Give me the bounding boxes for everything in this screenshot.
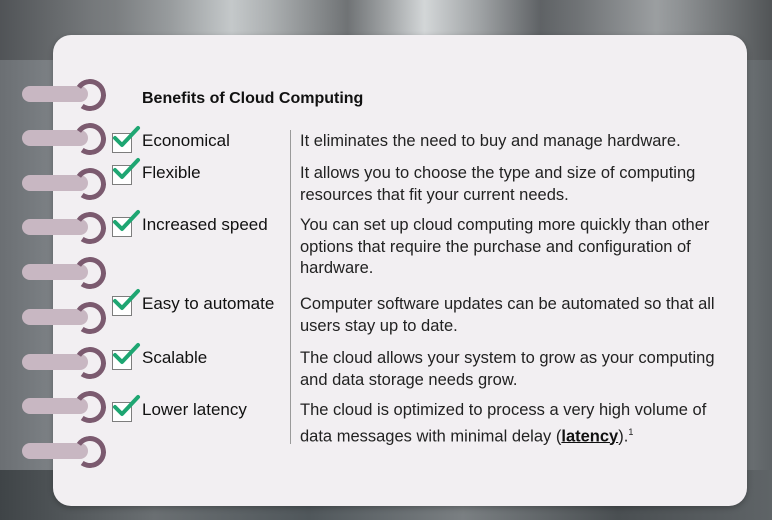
benefit-description: Computer software updates can be automat… <box>300 295 715 335</box>
benefit-description: It eliminates the need to buy and manage… <box>300 132 681 150</box>
benefit-description: The cloud allows your system to grow as … <box>300 349 715 389</box>
spiral-ring-icon <box>22 433 109 471</box>
spiral-ring-icon <box>22 76 109 114</box>
checkmark-icon <box>113 395 140 416</box>
benefit-label: Lower latency <box>142 400 247 419</box>
benefit-label: Flexible <box>142 163 201 182</box>
checkbox[interactable] <box>112 395 140 422</box>
spiral-ring-icon <box>22 299 109 337</box>
page-title: Benefits of Cloud Computing <box>142 90 364 107</box>
spiral-ring-icon <box>22 120 109 158</box>
description-suffix: ). <box>618 427 629 445</box>
checkmark-icon <box>113 289 140 310</box>
benefit-label: Economical <box>142 131 230 150</box>
checkbox[interactable] <box>112 289 140 316</box>
benefit-label: Easy to automate <box>142 294 275 313</box>
checkmark-icon <box>113 158 140 179</box>
checkmark-icon <box>113 343 140 364</box>
checkbox[interactable] <box>112 126 140 153</box>
benefit-label: Increased speed <box>142 215 268 234</box>
spiral-ring-icon <box>22 165 109 203</box>
column-divider <box>290 130 291 444</box>
checkbox[interactable] <box>112 343 140 370</box>
latency-glossary-link[interactable]: latency <box>561 427 618 445</box>
checkmark-icon <box>113 210 140 231</box>
benefit-label: Scalable <box>142 348 208 367</box>
spiral-ring-icon <box>22 254 109 292</box>
spiral-ring-icon <box>22 344 109 382</box>
spiral-ring-icon <box>22 209 109 247</box>
checkbox[interactable] <box>112 158 140 185</box>
footnote-marker: 1 <box>628 426 634 437</box>
benefit-description: The cloud is optimized to process a very… <box>300 400 740 448</box>
benefit-description: You can set up cloud computing more quic… <box>300 216 710 277</box>
checkbox[interactable] <box>112 210 140 237</box>
checkmark-icon <box>113 126 140 147</box>
spiral-ring-icon <box>22 388 109 426</box>
description-prefix: The cloud is optimized to process a very… <box>300 401 707 445</box>
benefit-description: It allows you to choose the type and siz… <box>300 164 696 204</box>
